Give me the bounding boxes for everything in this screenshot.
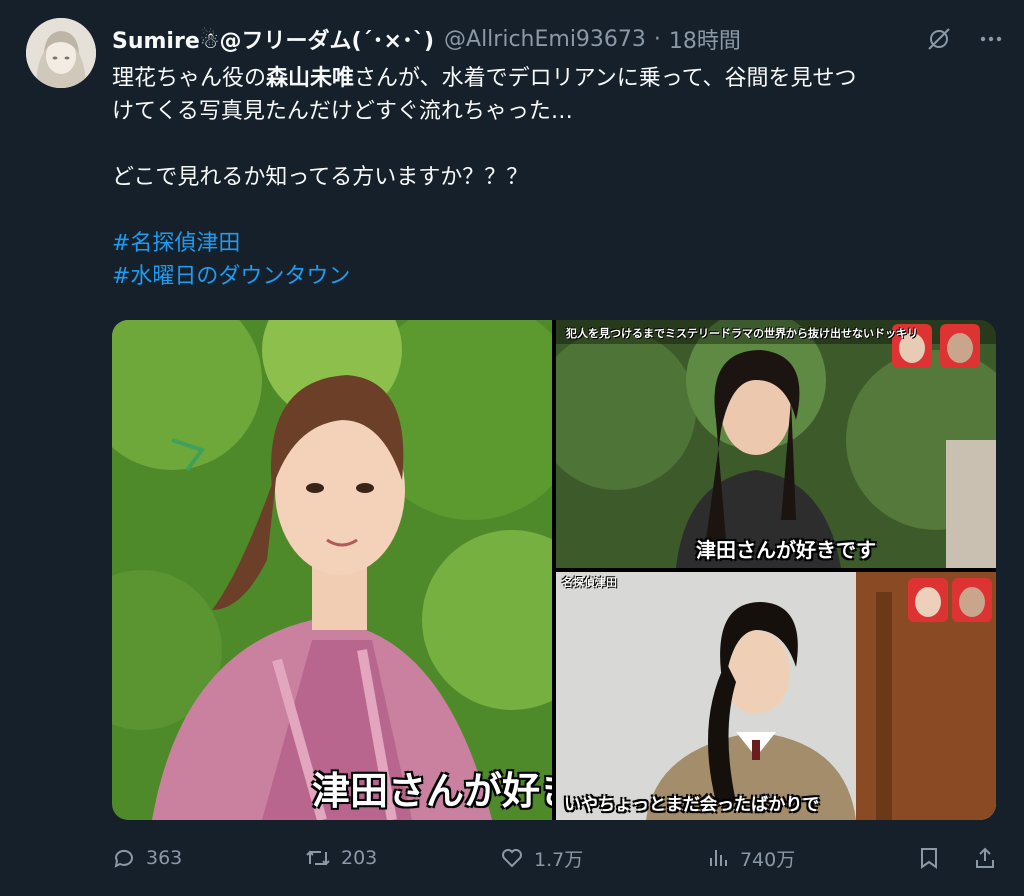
bookmark-button[interactable]	[918, 846, 940, 870]
tweet-text-line: どこで見れるか知ってる方いますか？？？	[112, 165, 529, 190]
view-count: 740万	[739, 848, 796, 871]
share-button[interactable]	[974, 846, 996, 870]
like-count: 1.7万	[534, 848, 584, 871]
like-button[interactable]: 1.7万	[500, 845, 583, 872]
text-segment: 理花ちゃん役の	[112, 66, 267, 91]
action-bar: 363 203 1.7万 740万	[112, 838, 996, 878]
text-segment: さんが、水着でデロリアンに乗って、谷間を見せつ	[354, 66, 857, 91]
user-handle[interactable]: @AllrichEmi93673	[444, 27, 646, 52]
tweet-text-line: けてくる写真見たんだけどすぐ流れちゃった…	[112, 99, 573, 124]
more-icon[interactable]	[978, 26, 1004, 52]
views-button[interactable]: 740万	[706, 845, 795, 872]
media-photo-top-right[interactable]: 犯人を見つけるまでミステリードラマの世界から抜け出せないドッキリ 津田さんが好き…	[556, 320, 996, 568]
views-icon	[709, 850, 727, 866]
repost-button[interactable]: 203	[305, 846, 377, 870]
media-photo-bottom-right[interactable]: 名探偵津田 いやちょっとまだ会ったばかりで	[556, 572, 996, 820]
separator-dot: ·	[653, 26, 661, 52]
hashtag-link[interactable]: #水曜日のダウンタウン	[112, 260, 992, 293]
top-right-banner: 犯人を見つけるまでミステリードラマの世界から抜け出せないドッキリ	[566, 327, 918, 340]
reply-button[interactable]: 363	[112, 846, 182, 870]
tweet-text: 理花ちゃん役の森山未唯さんが、水着でデロリアンに乗って、谷間を見せつ けてくる写…	[112, 62, 992, 293]
hashtag-link[interactable]: #名探偵津田	[112, 227, 992, 260]
timestamp[interactable]: 18時間	[669, 23, 741, 55]
text-bold-segment: 森山未唯	[266, 66, 355, 91]
repost-icon	[306, 850, 330, 866]
avatar[interactable]	[26, 18, 96, 88]
media-photo-left[interactable]: 津田さんが好き	[112, 320, 552, 820]
tweet-header: Sumire☃@フリーダム(´･×･`) @AllrichEmi93673 · …	[112, 22, 1004, 56]
tweet-text-line: 理花ちゃん役の森山未唯さんが、水着でデロリアンに乗って、谷間を見せつ	[112, 62, 992, 95]
bottom-right-subtitle: いやちょっとまだ会ったばかりで	[564, 795, 820, 815]
repost-count: 203	[341, 847, 378, 869]
grok-icon[interactable]	[926, 26, 952, 52]
header-icons	[926, 22, 1004, 56]
reply-icon	[114, 849, 133, 868]
action-right-group	[918, 846, 996, 870]
share-icon	[975, 847, 994, 868]
reply-count: 363	[146, 847, 183, 869]
display-name[interactable]: Sumire☃@フリーダム(´･×･`)	[112, 23, 434, 55]
bottom-right-banner: 名探偵津田	[562, 576, 617, 589]
bookmark-icon	[920, 848, 937, 869]
top-right-subtitle: 津田さんが好きです	[696, 538, 876, 562]
like-icon	[502, 849, 522, 868]
left-subtitle: 津田さんが好き	[312, 769, 552, 813]
media-grid: 津田さんが好き 犯人を見つけるまでミステリードラマの世界から抜け出せないドッキリ…	[112, 320, 996, 820]
